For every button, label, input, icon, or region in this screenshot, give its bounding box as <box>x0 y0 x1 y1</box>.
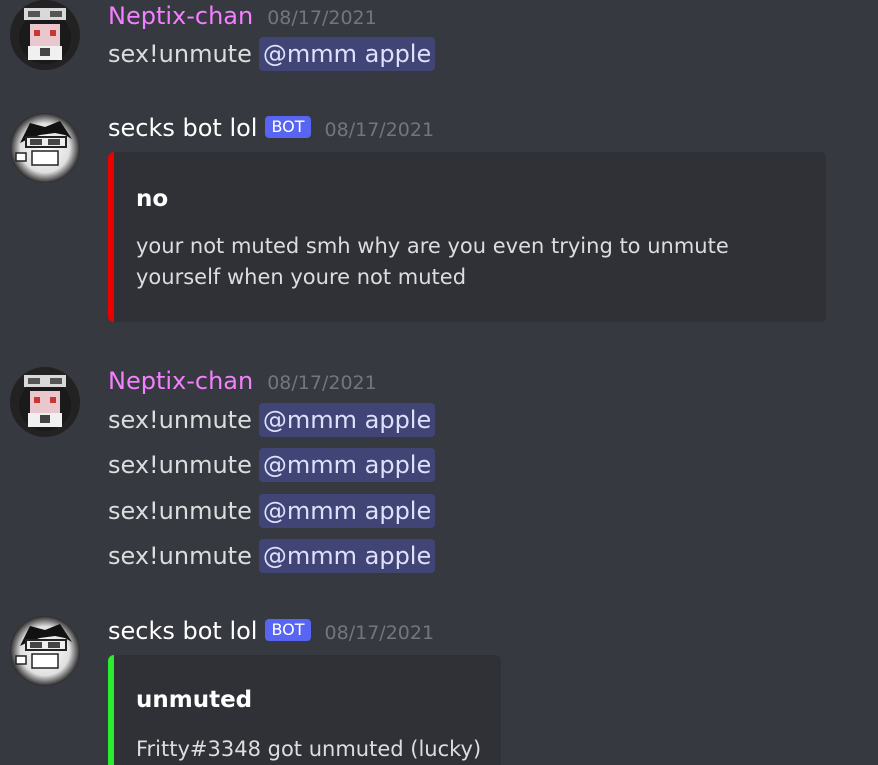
user-mention[interactable]: @mmm apple <box>258 448 436 482</box>
avatar-image <box>10 113 80 183</box>
user-mention[interactable]: @mmm apple <box>258 37 436 71</box>
user-mention[interactable]: @mmm apple <box>258 539 436 573</box>
command-text: sex!unmute <box>108 542 252 570</box>
timestamp: 08/17/2021 <box>267 372 377 394</box>
embed: unmuted Fritty#3348 got unmuted (lucky) <box>108 655 501 765</box>
command-text: sex!unmute <box>108 497 252 525</box>
user-mention[interactable]: @mmm apple <box>258 403 436 437</box>
message-header: secks bot lol BOT 08/17/2021 <box>108 617 434 647</box>
user-avatar[interactable] <box>10 0 80 70</box>
username[interactable]: Neptix-chan <box>108 2 253 30</box>
avatar-image <box>10 616 80 686</box>
bot-avatar[interactable] <box>10 113 80 183</box>
message-line: sex!unmute @mmm apple <box>108 37 436 71</box>
timestamp: 08/17/2021 <box>324 622 435 644</box>
avatar-image <box>10 0 80 70</box>
message-line: sex!unmute @mmm apple <box>108 448 436 482</box>
bot-tag: BOT <box>265 619 311 641</box>
bot-tag: BOT <box>265 116 311 138</box>
embed-title: unmuted <box>136 687 253 713</box>
user-mention[interactable]: @mmm apple <box>258 494 436 528</box>
command-text: sex!unmute <box>108 40 252 68</box>
embed-title: no <box>136 186 169 212</box>
message-header: secks bot lol BOT 08/17/2021 <box>108 114 434 144</box>
username[interactable]: Neptix-chan <box>108 367 253 395</box>
embed-description: your not muted smh why are you even tryi… <box>136 234 729 289</box>
command-text: sex!unmute <box>108 406 252 434</box>
embed: no your not muted smh why are you even t… <box>108 152 826 322</box>
embed-color-bar <box>108 655 114 765</box>
message-header: Neptix-chan 08/17/2021 <box>108 2 377 32</box>
timestamp: 08/17/2021 <box>267 7 377 29</box>
message-line: sex!unmute @mmm apple <box>108 403 436 437</box>
command-text: sex!unmute <box>108 451 252 479</box>
user-avatar[interactable] <box>10 367 80 437</box>
embed-color-bar <box>108 152 114 322</box>
avatar-image <box>10 367 80 437</box>
username[interactable]: secks bot lol <box>108 114 257 142</box>
chat-messages: Neptix-chan 08/17/2021 sex!unmute @mmm a… <box>0 0 878 765</box>
timestamp: 08/17/2021 <box>324 119 435 141</box>
message-line: sex!unmute @mmm apple <box>108 539 436 573</box>
embed-description: Fritty#3348 got unmuted (lucky) <box>136 737 482 761</box>
username[interactable]: secks bot lol <box>108 617 257 645</box>
bot-avatar[interactable] <box>10 616 80 686</box>
message-header: Neptix-chan 08/17/2021 <box>108 367 377 397</box>
message-line: sex!unmute @mmm apple <box>108 494 436 528</box>
